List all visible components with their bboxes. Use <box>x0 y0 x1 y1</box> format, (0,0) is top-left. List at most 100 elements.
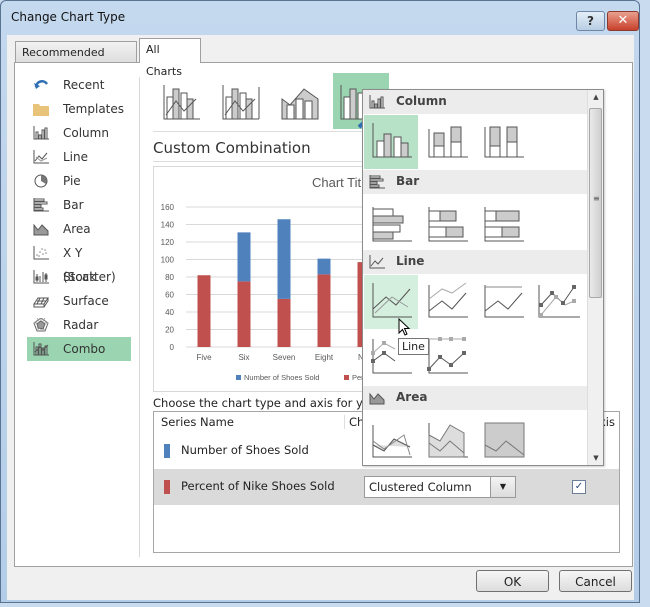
gallery-section-line: Line <box>363 250 587 274</box>
y-tick-label: 40 <box>165 308 174 317</box>
pie-chart-icon <box>34 174 48 188</box>
sidebar-item-column[interactable]: Column <box>27 121 131 145</box>
sidebar-divider <box>139 77 140 557</box>
stacked-line-icon <box>428 282 468 318</box>
gallery-item-stacked-area[interactable] <box>420 411 474 465</box>
x-tick-label: Eight <box>315 353 334 362</box>
scroll-thumb[interactable]: ≡ <box>589 108 602 298</box>
gallery-section-label: Column <box>396 94 447 108</box>
100-stacked-column-icon <box>484 126 524 158</box>
gallery-item-100-stacked-column[interactable] <box>476 115 530 169</box>
gallery-item-stacked-bar[interactable] <box>420 195 474 249</box>
gallery-section-label: Area <box>396 390 428 404</box>
y-tick-label: 100 <box>161 256 175 265</box>
series-color-swatch <box>164 480 170 494</box>
sidebar-item-recent[interactable]: Recent <box>27 73 131 97</box>
sidebar-item-surface[interactable]: Surface <box>27 289 131 313</box>
stacked-bar-icon <box>428 207 468 242</box>
subtype-clustered-column-line-secondary[interactable] <box>215 73 271 129</box>
series-row[interactable]: Percent of Nike Shoes Sold Clustered Col… <box>154 469 619 505</box>
sidebar-item-scatter[interactable]: X Y (Scatter) <box>27 241 131 284</box>
gallery-item-100-stacked-bar[interactable] <box>476 195 530 249</box>
y-tick-label: 60 <box>165 291 174 300</box>
radar-chart-icon <box>33 318 49 332</box>
sidebar-item-label: Stock <box>63 270 97 284</box>
close-button[interactable]: ✕ <box>607 11 639 31</box>
x-tick-label: Seven <box>273 353 296 362</box>
area-chart-icon <box>369 392 385 405</box>
scroll-grip-icon: ≡ <box>593 194 600 203</box>
combo-chart-icon <box>33 342 49 356</box>
y-tick-label: 120 <box>161 238 175 247</box>
gallery-item-line-with-markers[interactable] <box>532 275 586 329</box>
mouse-cursor-icon <box>398 318 411 336</box>
header-series-name: Series Name <box>161 415 234 429</box>
stock-chart-icon <box>33 270 49 284</box>
y-tick-label: 0 <box>170 343 175 352</box>
chart-type-dropdown[interactable]: Clustered Column ▼ <box>364 476 516 498</box>
y-tick-label: 160 <box>161 203 175 212</box>
sidebar-item-combo[interactable]: Combo <box>27 337 131 361</box>
scroll-down-arrow[interactable]: ▼ <box>588 451 603 465</box>
100-stacked-bar-icon <box>484 207 524 242</box>
subtype-stacked-area-clustered-column[interactable] <box>274 73 330 129</box>
sidebar-item-label: Surface <box>63 294 109 308</box>
tab-all-charts[interactable]: All Charts <box>139 38 201 78</box>
gallery-section-label: Line <box>396 254 425 268</box>
gallery-section-bar: Bar <box>363 170 587 194</box>
recent-icon <box>34 80 49 89</box>
sidebar-item-area[interactable]: Area <box>27 217 131 241</box>
sidebar-item-label: Pie <box>63 174 81 188</box>
tab-recommended-charts[interactable]: Recommended Charts <box>15 41 137 81</box>
series-name: Percent of Nike Shoes Sold <box>181 479 335 493</box>
legend-swatch <box>236 375 241 380</box>
gallery-item-area[interactable] <box>364 411 418 465</box>
area-icon <box>372 425 412 458</box>
sidebar-item-label: Radar <box>63 318 99 332</box>
help-button[interactable]: ? <box>576 11 605 31</box>
secondary-axis-checkbox[interactable]: ✓ <box>572 480 586 494</box>
sidebar-item-label: Column <box>63 126 109 140</box>
gallery-scrollbar[interactable]: ▲ ≡ ▼ <box>587 90 603 465</box>
ok-button[interactable]: OK <box>476 570 549 592</box>
sidebar-item-bar[interactable]: Bar <box>27 193 131 217</box>
dropdown-arrow-button[interactable]: ▼ <box>490 477 515 497</box>
line-with-markers-icon <box>538 285 580 318</box>
gallery-item-clustered-bar[interactable] <box>364 195 418 249</box>
cancel-button[interactable]: Cancel <box>559 570 632 592</box>
stacked-area-clustered-column-icon <box>281 88 319 120</box>
bar-number-of-shoes-sold <box>317 258 331 275</box>
series-instruction: Choose the chart type and axis for your … <box>153 396 393 410</box>
sidebar-item-label: Recent <box>63 78 105 92</box>
gallery-item-100-stacked-line[interactable] <box>476 275 530 329</box>
gallery-item-stacked-column[interactable] <box>420 115 474 169</box>
stacked-column-icon <box>428 126 468 158</box>
legend-label: Number of Shoes Sold <box>244 373 319 382</box>
bar-percent-of-nike-shoes-sold <box>197 275 211 347</box>
sidebar-item-radar[interactable]: Radar <box>27 313 131 337</box>
area-chart-icon <box>33 223 49 236</box>
gallery-section-label: Bar <box>396 174 420 188</box>
sidebar-item-pie[interactable]: Pie <box>27 169 131 193</box>
bar-percent-of-nike-shoes-sold <box>237 281 251 347</box>
gallery-item-clustered-column[interactable] <box>364 115 418 169</box>
series-name: Number of Shoes Sold <box>181 443 309 457</box>
bar-percent-of-nike-shoes-sold <box>317 274 331 347</box>
x-tick-label: Six <box>238 353 249 362</box>
gallery-item-stacked-line[interactable] <box>420 275 474 329</box>
bar-percent-of-nike-shoes-sold <box>277 298 291 347</box>
dialog-title: Change Chart Type <box>11 10 126 24</box>
bar-number-of-shoes-sold <box>277 219 291 299</box>
100-stacked-line-icon <box>484 285 524 318</box>
gallery-item-100-stacked-area[interactable] <box>476 411 530 465</box>
line-chart-icon <box>33 150 49 164</box>
line-chart-icon <box>369 255 385 269</box>
sidebar-item-templates[interactable]: Templates <box>27 97 131 121</box>
chart-type-sidebar: Recent Templates Column Line Pie Bar Are… <box>27 73 131 361</box>
100-stacked-area-icon <box>484 422 525 458</box>
sidebar-item-line[interactable]: Line <box>27 145 131 169</box>
clustered-column-icon <box>372 123 412 158</box>
scroll-up-arrow[interactable]: ▲ <box>588 90 603 104</box>
y-tick-label: 80 <box>165 273 174 282</box>
sidebar-item-stock[interactable]: Stock <box>27 265 131 289</box>
